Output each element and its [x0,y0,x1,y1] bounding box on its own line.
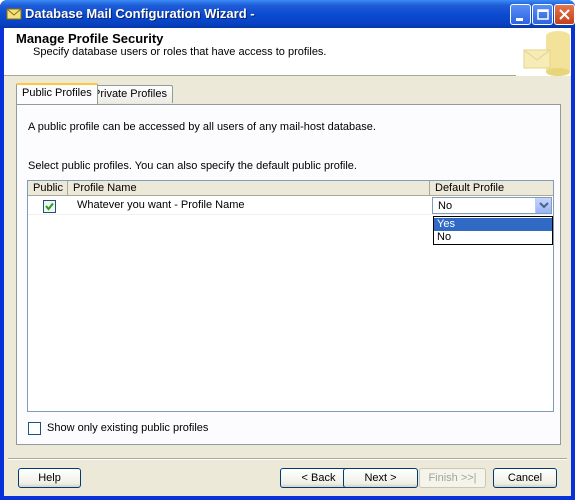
grid-header: Public Profile Name Default Profile [28,181,553,196]
database-graphic-icon [516,28,571,76]
column-header-profile-name[interactable]: Profile Name [68,181,430,196]
column-header-public[interactable]: Public [28,181,68,196]
close-button[interactable] [554,4,575,25]
table-row[interactable]: Whatever you want - Profile Name No [28,197,553,215]
default-profile-dropdown: Yes No [433,216,553,245]
footer-divider [8,458,567,460]
help-button[interactable]: Help [18,468,81,488]
page-title: Manage Profile Security [16,31,164,46]
public-profile-description: A public profile can be accessed by all … [28,121,376,133]
window-title: Database Mail Configuration Wizard - [25,6,255,21]
public-profiles-panel: A public profile can be accessed by all … [16,104,561,445]
next-button[interactable]: Next > [343,468,418,488]
page-header: Manage Profile Security Specify database… [4,28,571,76]
show-only-existing-checkbox[interactable] [28,422,41,435]
option-no[interactable]: No [434,231,552,244]
select-instruction: Select public profiles. You can also spe… [28,160,357,172]
title-bar[interactable]: Database Mail Configuration Wizard - [0,0,575,28]
chevron-down-icon[interactable] [535,198,551,213]
checkmark-icon [45,202,54,211]
wizard-window: Database Mail Configuration Wizard - Man… [0,0,575,500]
app-icon [6,6,22,22]
cancel-button[interactable]: Cancel [493,468,557,488]
maximize-button[interactable] [532,4,553,25]
profile-tabs: Public Profiles Private Profiles [16,83,316,105]
profile-name-cell: Whatever you want - Profile Name [77,199,245,211]
client-area: Manage Profile Security Specify database… [4,28,571,496]
minimize-button[interactable] [510,4,531,25]
tab-public-profiles[interactable]: Public Profiles [16,83,98,104]
page-subtitle: Specify database users or roles that hav… [33,46,327,58]
default-profile-value: No [438,200,453,212]
show-only-existing-label: Show only existing public profiles [47,422,209,434]
profiles-grid[interactable]: Public Profile Name Default Profile What… [27,180,554,412]
finish-button[interactable]: Finish >>| [419,468,486,488]
option-yes[interactable]: Yes [434,218,552,231]
default-profile-select[interactable]: No [432,197,552,214]
tab-private-profiles[interactable]: Private Profiles [87,85,173,103]
public-checkbox[interactable] [43,200,56,213]
column-header-default-profile[interactable]: Default Profile [430,181,553,196]
